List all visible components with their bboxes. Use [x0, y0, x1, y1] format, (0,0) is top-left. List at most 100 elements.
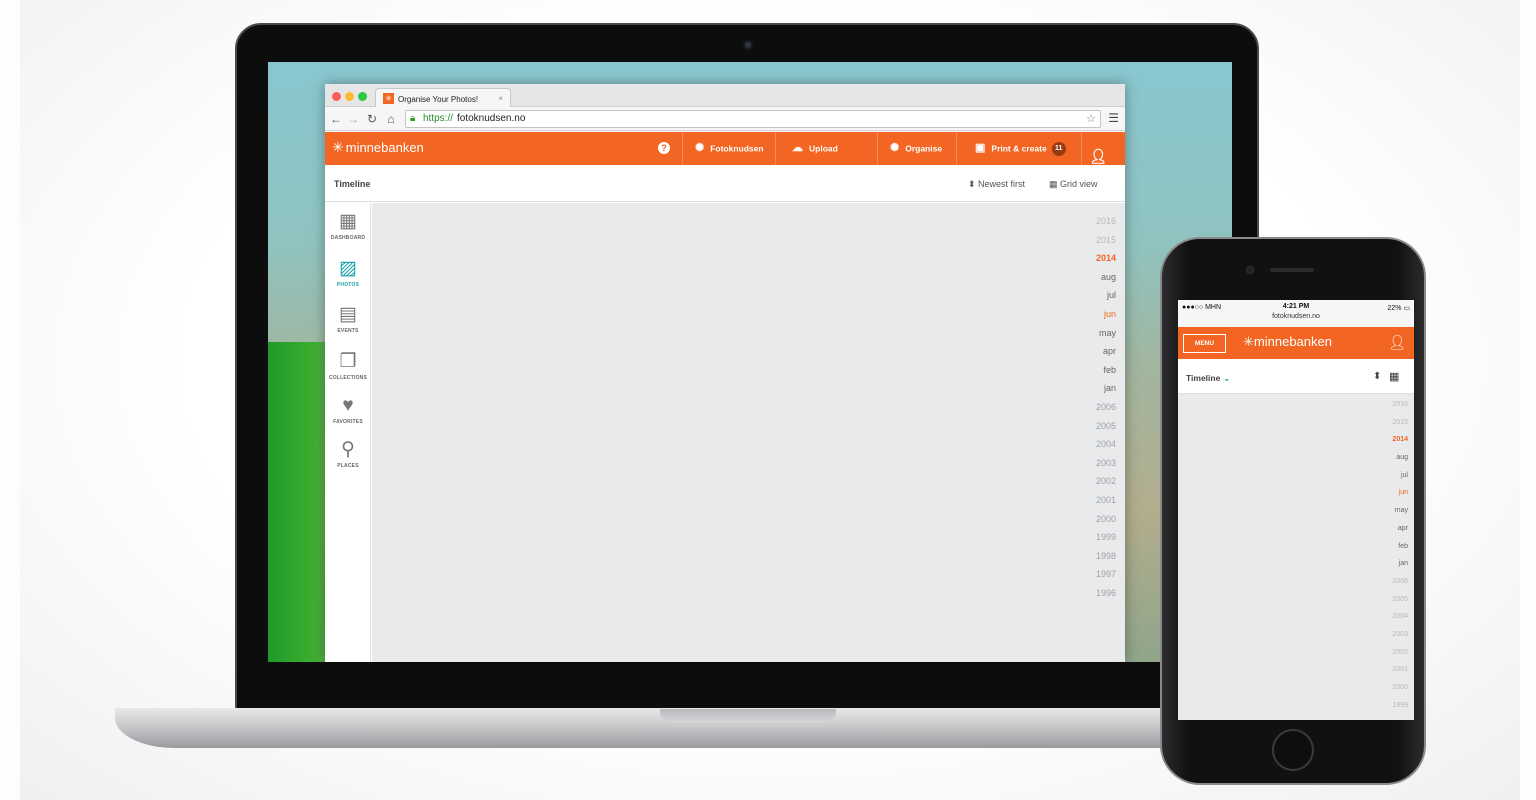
logo-text: minnebanken [1253, 334, 1332, 349]
battery-status: 22% ▭ [1387, 304, 1410, 312]
sidebar-item-events[interactable]: ▤ EVENTS [325, 304, 371, 334]
address-bar[interactable]: 🔒︎ https:// fotoknudsen.no ☆ [405, 110, 1101, 128]
timeline-year[interactable]: 2000 [1378, 679, 1408, 697]
timeline-year[interactable]: 2001 [1080, 491, 1116, 510]
grid-view-button[interactable]: ▦ Grid view [1049, 179, 1098, 190]
user-icon[interactable]: 👤︎ [1388, 334, 1406, 351]
lock-icon: 🔒︎ [410, 113, 416, 124]
home-button[interactable] [1272, 729, 1314, 771]
logo[interactable]: ✳ minnebanken [332, 139, 424, 156]
sidebar-item-photos[interactable]: ▨ PHOTOS [325, 258, 371, 288]
sort-label: Newest first [978, 179, 1026, 189]
nav-label: Print & create [991, 143, 1047, 154]
photos-icon: ▨ [339, 258, 357, 279]
timeline-year[interactable]: 2005 [1378, 591, 1408, 609]
browser-menu-icon[interactable]: ☰ [1108, 111, 1119, 125]
reload-icon[interactable]: ↻ [365, 111, 379, 127]
nav-fotoknudsen[interactable]: ✺ Fotoknudsen [682, 132, 775, 165]
timeline-year[interactable]: 2002 [1378, 644, 1408, 662]
status-bar: ●●●○○ MHN 4:21 PM fotoknudsen.no 22% ▭ [1178, 300, 1414, 327]
tab-bar: ✳ Organise Your Photos! × [325, 84, 1125, 108]
timeline-dropdown[interactable]: Timeline ⌄ [1186, 373, 1230, 383]
sidebar-item-label: COLLECTIONS [328, 375, 368, 381]
browser-tab[interactable]: ✳ Organise Your Photos! × [375, 88, 511, 108]
timeline-year[interactable]: 2005 [1080, 417, 1116, 436]
chevron-down-icon: ⌄ [1223, 374, 1231, 383]
timeline-year-current[interactable]: 2014 [1378, 431, 1408, 449]
grid-icon: ▦ [339, 211, 357, 232]
grid-view-label: Grid view [1060, 179, 1098, 189]
maximize-window-icon[interactable] [358, 92, 367, 101]
photo-print-icon: ▣ [975, 142, 986, 155]
sidebar-item-dashboard[interactable]: ▦ DASHBOARD [325, 211, 371, 241]
timeline-month[interactable]: jul [1080, 286, 1116, 305]
timeline-month[interactable]: aug [1080, 268, 1116, 287]
sort-icon[interactable]: ⬍ [1373, 371, 1381, 382]
sidebar-item-label: DASHBOARD [330, 235, 366, 241]
help-icon[interactable]: ? [658, 142, 670, 154]
timeline-scrubber: 2016 2015 2014 aug jul jun may apr feb jan 2006 200… [1080, 212, 1116, 602]
browser-toolbar: ← → ↻ ⌂ 🔒︎ https:// fotoknudsen.no ☆ ☰ [325, 107, 1125, 131]
timeline-year[interactable]: 1999 [1378, 697, 1408, 715]
menu-button[interactable]: MENU [1183, 334, 1226, 353]
tab-close-icon[interactable]: × [498, 94, 503, 103]
nav-organise[interactable]: ✺ Organise [877, 132, 956, 165]
nav-account[interactable]: 👤︎ [1081, 132, 1125, 165]
timeline-year[interactable]: 2016 [1080, 212, 1116, 231]
timeline-year[interactable]: 2015 [1378, 414, 1408, 432]
timeline-month[interactable]: aug [1378, 449, 1408, 467]
home-icon[interactable]: ⌂ [384, 111, 398, 127]
page-title: Timeline [1186, 373, 1221, 383]
timeline-month[interactable]: apr [1080, 342, 1116, 361]
timeline-year[interactable]: 1999 [1080, 528, 1116, 547]
close-window-icon[interactable] [332, 92, 341, 101]
forward-arrow-icon[interactable]: → [346, 111, 360, 127]
timeline-month-current[interactable]: jun [1080, 305, 1116, 324]
nav-upload[interactable]: ☁ Upload [775, 132, 877, 165]
laptop-notch [660, 709, 836, 723]
timeline-year[interactable]: 2006 [1378, 573, 1408, 591]
timeline-month[interactable]: may [1378, 502, 1408, 520]
grid-view-icon[interactable]: ▦ [1389, 370, 1399, 383]
timeline-month[interactable]: apr [1378, 520, 1408, 538]
timeline-year[interactable]: 2004 [1378, 608, 1408, 626]
timeline-month[interactable]: feb [1378, 538, 1408, 556]
url-host: fotoknudsen.no [457, 113, 526, 124]
bookmark-star-icon[interactable]: ☆ [1086, 111, 1096, 127]
timeline-month[interactable]: jan [1378, 555, 1408, 573]
timeline-year[interactable]: 2003 [1080, 454, 1116, 473]
timeline-year[interactable]: 2000 [1080, 510, 1116, 529]
sort-button[interactable]: ⬍ Newest first [968, 179, 1025, 190]
timeline-year[interactable]: 2001 [1378, 661, 1408, 679]
timeline-month[interactable]: feb [1080, 361, 1116, 380]
app-header: ✳ minnebanken ? ✺ Fotoknudsen ☁ Upload ✺ Org… [325, 132, 1125, 165]
sidebar-item-favorites[interactable]: ♥ FAVORITES [325, 395, 371, 425]
sidebar-item-collections[interactable]: ❐ COLLECTIONS [325, 351, 371, 381]
timeline-month[interactable]: may [1080, 324, 1116, 343]
timeline-year[interactable]: 2004 [1080, 435, 1116, 454]
mobile-timeline-toolbar: Timeline ⌄ ⬍ ▦ [1178, 359, 1414, 394]
timeline-year[interactable]: 2015 [1080, 231, 1116, 250]
nav-label: Organise [905, 143, 943, 154]
timeline-year[interactable]: 2002 [1080, 472, 1116, 491]
minimize-window-icon[interactable] [345, 92, 354, 101]
timeline-year[interactable]: 1998 [1080, 547, 1116, 566]
timeline-year[interactable]: 1997 [1080, 565, 1116, 584]
nav-print-create[interactable]: ▣ Print & create 11 [956, 132, 1081, 165]
timeline-year[interactable]: 1996 [1080, 584, 1116, 603]
heart-icon: ♥ [342, 395, 354, 416]
back-arrow-icon[interactable]: ← [329, 111, 343, 127]
timeline-year[interactable]: 2006 [1080, 398, 1116, 417]
status-time: 4:21 PM [1282, 303, 1310, 310]
timeline-year[interactable]: 2016 [1378, 396, 1408, 414]
timeline-year[interactable]: 2003 [1378, 626, 1408, 644]
sidebar-item-places[interactable]: ⚲ PLACES [325, 439, 371, 469]
timeline-year-current[interactable]: 2014 [1080, 249, 1116, 268]
page-title: Timeline [334, 179, 371, 189]
timeline-month[interactable]: jan [1080, 379, 1116, 398]
timeline-month-current[interactable]: jun [1378, 484, 1408, 502]
timeline-month[interactable]: jul [1378, 467, 1408, 485]
mobile-logo[interactable]: ✳minnebanken [1243, 334, 1332, 350]
sidebar-item-label: PLACES [337, 463, 359, 469]
album-icon: ❐ [339, 351, 357, 372]
